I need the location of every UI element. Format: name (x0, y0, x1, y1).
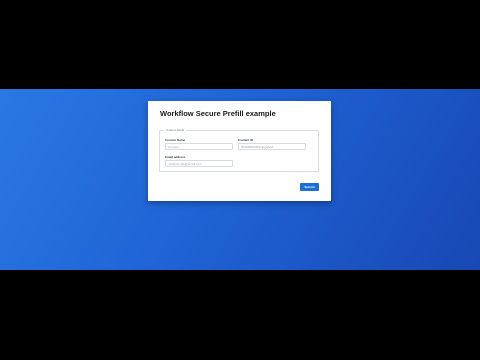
contact-id-label: Contact ID (238, 138, 253, 142)
custom-name-input[interactable]: Carmen (165, 143, 233, 150)
contact-id-input[interactable]: 003AB000004mpgdAAA (238, 143, 306, 150)
prefill-form-card: Workflow Secure Prefill example Custom f… (148, 101, 331, 201)
email-address-label: Email address (165, 155, 186, 159)
custom-name-label: Custom Name (165, 138, 186, 142)
custom-fields-section: Custom fields Custom Name Carmen Contact… (159, 128, 319, 172)
email-address-input[interactable]: mailexample@email.com (165, 160, 233, 167)
submit-button[interactable]: Submit (300, 183, 319, 191)
section-legend: Custom fields (164, 128, 187, 132)
page-background: Workflow Secure Prefill example Custom f… (0, 89, 480, 270)
form-title: Workflow Secure Prefill example (160, 109, 276, 118)
